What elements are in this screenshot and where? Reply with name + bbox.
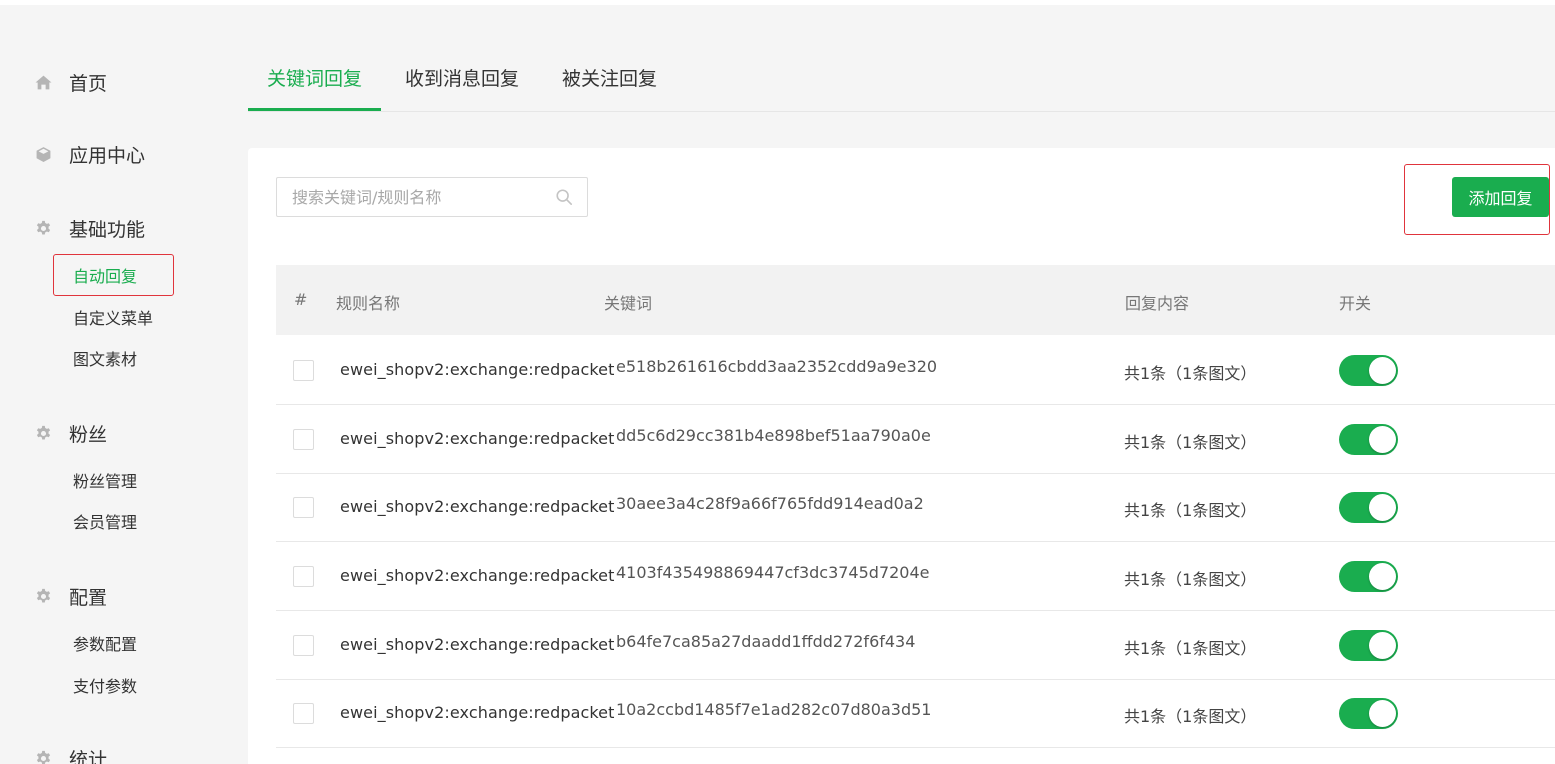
tab-keyword-reply[interactable]: 关键词回复 (267, 64, 362, 91)
gear-icon (34, 425, 52, 443)
enable-toggle[interactable] (1339, 424, 1398, 455)
reply-content: 共1条（1条图文） (1124, 570, 1257, 589)
table-row: ewei_shopv2:exchange:redpacket 10a2ccbd1… (276, 679, 1555, 748)
row-checkbox[interactable] (293, 635, 314, 656)
rule-keyword: 30aee3a4c28f9a66f765fdd914ead0a2 (616, 494, 924, 513)
row-checkbox[interactable] (293, 429, 314, 450)
gear-icon (34, 588, 52, 606)
top-strip (0, 0, 1555, 5)
sidebar-section-fans[interactable]: 粉丝 (34, 420, 107, 447)
gear-icon (34, 220, 52, 238)
add-reply-button[interactable]: 添加回复 (1452, 177, 1549, 217)
rule-name: ewei_shopv2:exchange:redpacket (340, 360, 615, 379)
enable-toggle[interactable] (1339, 561, 1398, 592)
sidebar-item-media-library[interactable]: 图文素材 (73, 346, 137, 370)
tab-follow-reply[interactable]: 被关注回复 (562, 64, 657, 91)
reply-content: 共1条（1条图文） (1124, 364, 1257, 383)
rule-keyword: e518b261616cbdd3aa2352cdd9a9e320 (616, 357, 938, 376)
toggle-knob (1369, 357, 1396, 384)
sidebar-item-payment-params[interactable]: 支付参数 (73, 673, 137, 697)
sidebar-section-config[interactable]: 配置 (34, 583, 107, 610)
table-row: ewei_shopv2:exchange:redpacket 30aee3a4c… (276, 473, 1555, 542)
table-row: ewei_shopv2:exchange:redpacket 4103f4354… (276, 542, 1555, 611)
table-row: ewei_shopv2:exchange:redpacket e518b2616… (276, 336, 1555, 405)
table-header: # 规则名称 关键词 回复内容 开关 (276, 265, 1555, 335)
reply-content: 共1条（1条图文） (1124, 639, 1257, 658)
sidebar-section-stats-label: 统计 (69, 749, 108, 764)
toggle-knob (1369, 494, 1396, 521)
sidebar-section-fans-label: 粉丝 (69, 424, 108, 446)
sidebar-section-basic-label: 基础功能 (69, 219, 146, 241)
sidebar-item-custom-menu[interactable]: 自定义菜单 (73, 305, 153, 329)
rule-name: ewei_shopv2:exchange:redpacket (340, 703, 615, 722)
reply-content: 共1条（1条图文） (1124, 707, 1257, 726)
header-rule-name: 规则名称 (336, 294, 401, 313)
enable-toggle[interactable] (1339, 355, 1398, 386)
sidebar-section-config-label: 配置 (69, 587, 108, 609)
sidebar-item-home[interactable]: 首页 (34, 69, 107, 96)
header-reply-content: 回复内容 (1125, 294, 1190, 313)
toggle-knob (1369, 426, 1396, 453)
tab-message-reply[interactable]: 收到消息回复 (405, 64, 519, 91)
row-checkbox[interactable] (293, 360, 314, 381)
rule-name: ewei_shopv2:exchange:redpacket (340, 566, 615, 585)
rule-keyword: dd5c6d29cc381b4e898bef51aa790a0e (616, 426, 931, 445)
table-row: ewei_shopv2:exchange:redpacket dd5c6d29c… (276, 405, 1555, 474)
row-checkbox[interactable] (293, 703, 314, 724)
sidebar-item-home-label: 首页 (69, 73, 108, 95)
rule-keyword: b64fe7ca85a27daadd1ffdd272f6f434 (616, 632, 916, 651)
search-icon[interactable] (555, 188, 573, 206)
sidebar-item-auto-reply[interactable]: 自动回复 (73, 263, 137, 287)
cube-icon (34, 146, 52, 164)
sidebar-item-app-center[interactable]: 应用中心 (34, 141, 145, 168)
rule-name: ewei_shopv2:exchange:redpacket (340, 635, 615, 654)
enable-toggle[interactable] (1339, 492, 1398, 523)
header-keyword: 关键词 (604, 294, 653, 313)
sidebar-item-param-config[interactable]: 参数配置 (73, 631, 137, 655)
enable-toggle[interactable] (1339, 630, 1398, 661)
gear-icon (34, 750, 52, 764)
toggle-knob (1369, 700, 1396, 727)
toggle-knob (1369, 563, 1396, 590)
sidebar-item-member-manage[interactable]: 会员管理 (73, 509, 137, 533)
rule-keyword: 4103f435498869447cf3dc3745d7204e (616, 563, 930, 582)
rule-keyword: 10a2ccbd1485f7e1ad282c07d80a3d51 (616, 700, 932, 719)
home-icon (34, 74, 52, 92)
rule-name: ewei_shopv2:exchange:redpacket (340, 429, 615, 448)
main-card: 添加回复 # 规则名称 关键词 回复内容 开关 ewei_shopv2:exch… (248, 148, 1555, 764)
sidebar-item-app-center-label: 应用中心 (69, 145, 146, 167)
sidebar-item-fans-manage[interactable]: 粉丝管理 (73, 468, 137, 492)
active-tab-underline (248, 108, 381, 111)
sidebar-section-basic[interactable]: 基础功能 (34, 215, 145, 242)
sidebar: 首页 应用中心 基础功能 自动回复 自定义菜单 图文素材 粉丝 粉丝管理 会员管… (0, 5, 232, 764)
header-switch: 开关 (1339, 294, 1372, 313)
table-row: ewei_shopv2:exchange:redpacket b64fe7ca8… (276, 611, 1555, 680)
rule-name: ewei_shopv2:exchange:redpacket (340, 497, 615, 516)
enable-toggle[interactable] (1339, 698, 1398, 729)
toggle-knob (1369, 632, 1396, 659)
header-index: # (294, 290, 308, 309)
reply-content: 共1条（1条图文） (1124, 501, 1257, 520)
search-box (276, 177, 588, 217)
reply-tabs: 关键词回复 收到消息回复 被关注回复 (248, 44, 1555, 112)
row-checkbox[interactable] (293, 497, 314, 518)
row-checkbox[interactable] (293, 566, 314, 587)
search-input[interactable] (277, 179, 537, 215)
sidebar-section-stats[interactable]: 统计 (34, 745, 107, 764)
reply-content: 共1条（1条图文） (1124, 433, 1257, 452)
